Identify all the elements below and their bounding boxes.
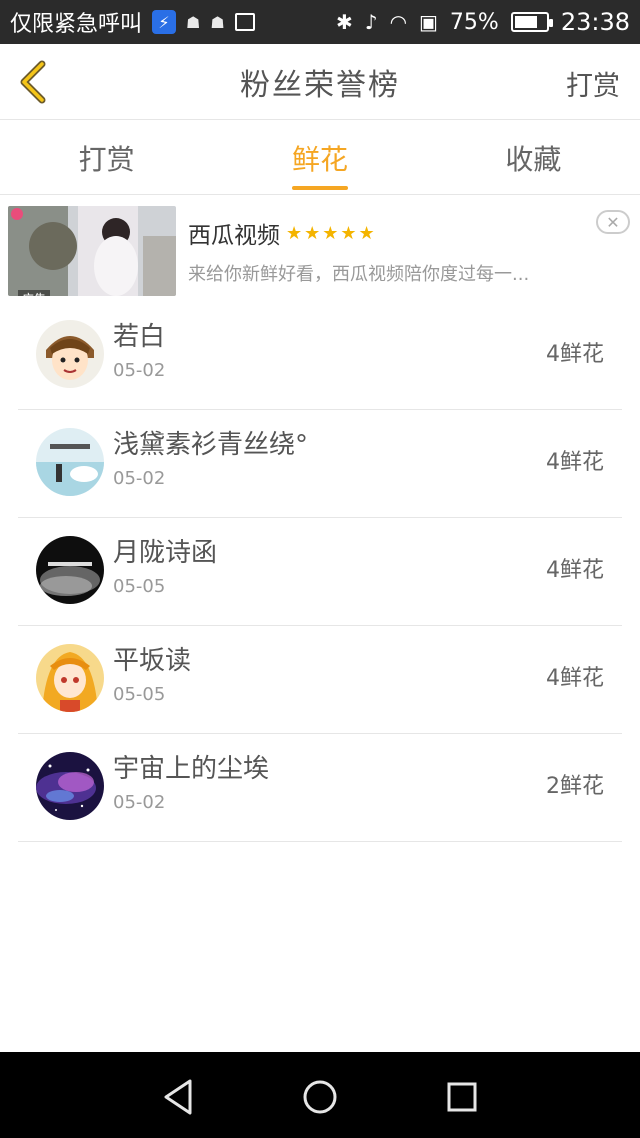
notification-icon-2: ☗ [210, 12, 225, 32]
bluetooth-icon: ✱ [336, 10, 353, 34]
ad-description: 来给你新鲜好看，西瓜视频陪你度过每一... [188, 264, 530, 285]
status-right: ✱ ♪ ◠ ▣ 75% 23:38 [336, 8, 630, 36]
sim-icon: ▣ [419, 10, 438, 34]
flower-count: 4鲜花 [546, 666, 604, 691]
list-item[interactable]: 宇宙上的尘埃 05-02 2鲜花 [18, 734, 622, 842]
avatar-image [36, 644, 104, 712]
flower-count: 2鲜花 [546, 774, 604, 799]
flower-count: 4鲜花 [546, 450, 604, 475]
back-triangle-icon[interactable] [160, 1077, 200, 1117]
flower-count: 4鲜花 [546, 342, 604, 367]
flash-icon: ⚡ [152, 10, 177, 34]
battery-percent: 75% [449, 9, 499, 35]
tab-label: 打赏 [78, 142, 135, 176]
notification-icon: ☗ [186, 12, 201, 32]
mute-icon: ♪ [364, 10, 378, 34]
list-item[interactable]: 若白 05-02 4鲜花 [18, 302, 622, 410]
clock: 23:38 [560, 8, 630, 36]
list-item[interactable]: 浅黛素衫青丝绕° 05-02 4鲜花 [18, 410, 622, 518]
avatar[interactable] [36, 644, 104, 712]
tab-label: 收藏 [505, 142, 562, 176]
carrier-text: 仅限紧急呼叫 [10, 12, 143, 37]
home-circle-icon[interactable] [300, 1077, 340, 1117]
tab-favorites[interactable]: 收藏 [427, 121, 640, 194]
avatar-image [36, 752, 104, 820]
list-item[interactable]: 平坂读 05-05 4鲜花 [18, 626, 622, 734]
fan-name: 浅黛素衫青丝绕° [113, 430, 309, 460]
rating-stars: ★★★★★ [286, 222, 377, 244]
fan-date: 05-02 [113, 360, 166, 381]
fan-name: 宇宙上的尘埃 [113, 754, 270, 784]
fan-date: 05-05 [113, 684, 166, 705]
page-title: 粉丝荣誉榜 [240, 67, 400, 103]
tab-label: 鲜花 [291, 142, 348, 176]
tab-flowers[interactable]: 鲜花 [213, 121, 426, 194]
reward-header-button[interactable]: 打赏 [566, 64, 620, 103]
avatar[interactable] [36, 536, 104, 604]
fan-name: 月陇诗函 [113, 538, 218, 568]
tab-active-indicator [291, 186, 348, 190]
image-icon [234, 13, 255, 31]
ad-title-text: 西瓜视频 [188, 223, 280, 249]
fan-date: 05-02 [113, 468, 166, 489]
avatar-image [36, 320, 104, 388]
fan-date: 05-02 [113, 792, 166, 813]
tab-reward[interactable]: 打赏 [0, 121, 213, 194]
fan-date: 05-05 [113, 576, 166, 597]
ad-badge: 广告 [18, 290, 51, 296]
fan-name: 若白 [113, 322, 166, 352]
avatar[interactable] [36, 428, 104, 496]
ad-thumbnail[interactable]: 广告 [8, 206, 176, 296]
ad-thumbnail-image [8, 206, 176, 296]
ad-close-icon[interactable]: ✕ [596, 210, 630, 234]
status-bar: 仅限紧急呼叫 ⚡ ☗ ☗ ✱ ♪ ◠ ▣ 75% 23:38 [0, 0, 640, 44]
recent-apps-icon[interactable] [442, 1077, 482, 1117]
fans-honor-page: 仅限紧急呼叫 ⚡ ☗ ☗ ✱ ♪ ◠ ▣ 75% 23:38 粉丝荣誉榜 打赏 … [0, 0, 640, 1138]
avatar-image [36, 536, 104, 604]
status-left: 仅限紧急呼叫 ⚡ ☗ ☗ [10, 6, 255, 38]
avatar[interactable] [36, 752, 104, 820]
tab-bar: 打赏 鲜花 收藏 [0, 121, 640, 195]
ad-banner[interactable]: 广告 西瓜视频 ★★★★★ 来给你新鲜好看，西瓜视频陪你度过每一... ✕ [0, 196, 640, 302]
battery-fill [514, 16, 538, 28]
flower-ranking-list: 若白 05-02 4鲜花 浅黛素衫青丝绕° 05-02 4鲜花 月陇诗函 05-… [18, 302, 622, 842]
fan-name: 平坂读 [113, 646, 192, 676]
app-header: 粉丝荣誉榜 打赏 [0, 44, 640, 120]
ad-title: 西瓜视频 ★★★★★ [188, 216, 377, 250]
back-arrow-icon[interactable] [14, 58, 54, 106]
system-nav-bar [0, 1052, 640, 1138]
flower-count: 4鲜花 [546, 558, 604, 583]
avatar-image [36, 428, 104, 496]
wifi-icon: ◠ [389, 10, 408, 34]
list-item[interactable]: 月陇诗函 05-05 4鲜花 [18, 518, 622, 626]
avatar[interactable] [36, 320, 104, 388]
battery-icon [510, 12, 553, 32]
